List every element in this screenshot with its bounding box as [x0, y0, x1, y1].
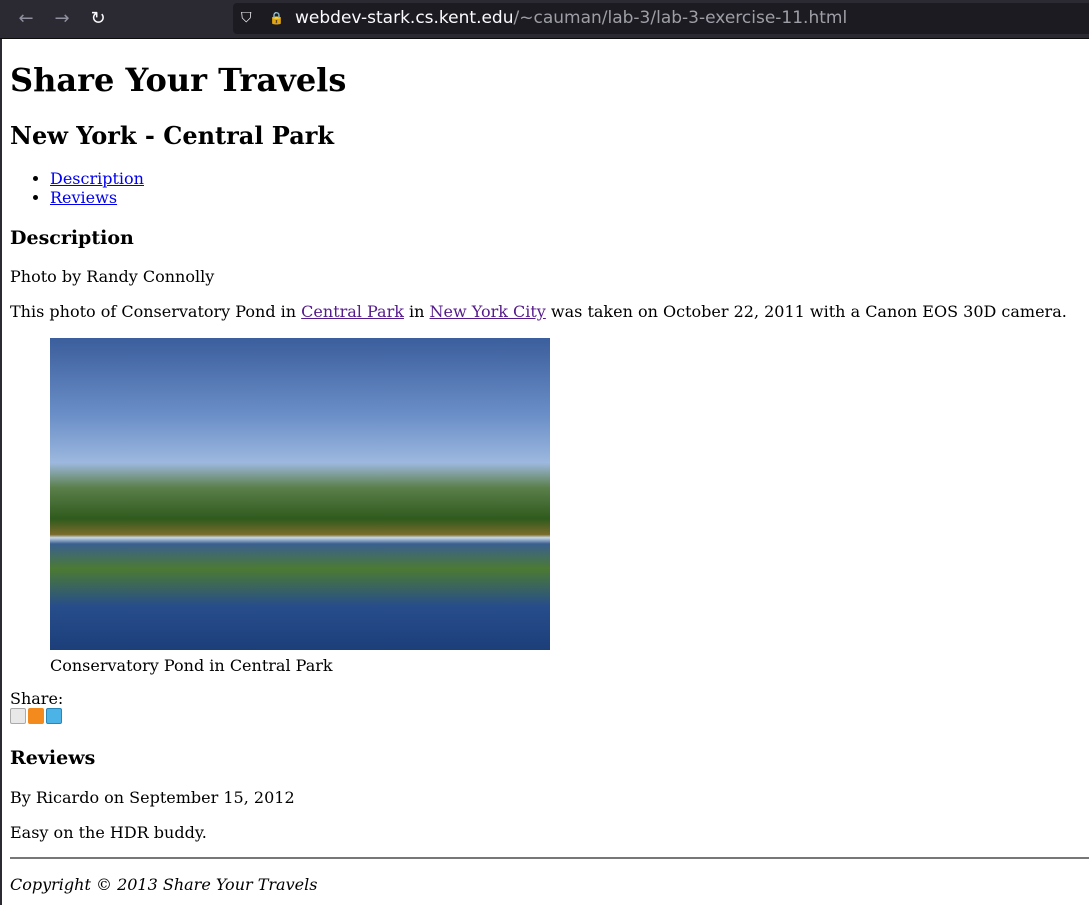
shield-icon[interactable]: ⛉ — [241, 3, 252, 34]
twitter-icon[interactable] — [46, 708, 62, 724]
nav-link-description[interactable]: Description — [50, 169, 144, 188]
reviews-heading: Reviews — [10, 747, 96, 769]
forward-icon[interactable]: → — [50, 7, 74, 31]
section-nav: Description Reviews — [10, 169, 144, 207]
review-text: Easy on the HDR buddy. — [10, 823, 207, 842]
site-title: Share Your Travels — [10, 61, 347, 99]
nav-item-description: Description — [50, 169, 144, 188]
review-byline: By Ricardo on September 15, 2012 — [10, 788, 295, 807]
rss-icon[interactable] — [28, 708, 44, 724]
footer-divider — [10, 857, 1089, 859]
reload-icon[interactable]: ↻ — [86, 7, 110, 31]
url-text[interactable]: webdev-stark.cs.kent.edu/~cauman/lab-3/l… — [295, 3, 847, 34]
description-text-part: in — [403, 302, 430, 321]
description-text-part: This photo of Conservatory Pond in — [10, 302, 302, 321]
nav-link-reviews[interactable]: Reviews — [50, 188, 117, 207]
email-icon[interactable] — [10, 708, 26, 724]
figure-caption: Conservatory Pond in Central Park — [50, 656, 333, 675]
browser-toolbar: ← → ↻ ⛉ 🔒 webdev-stark.cs.kent.edu/~caum… — [0, 0, 1089, 39]
photo-figure: Conservatory Pond in Central Park — [50, 338, 550, 675]
page-viewport: Share Your Travels New York - Central Pa… — [2, 39, 1089, 905]
photo-credit: Photo by Randy Connolly — [10, 267, 215, 286]
new-york-city-link[interactable]: New York City — [430, 302, 546, 321]
lock-icon[interactable]: 🔒 — [269, 3, 284, 34]
url-path: /~cauman/lab-3/lab-3-exercise-11.html — [513, 8, 848, 28]
share-label: Share: — [10, 689, 64, 708]
nav-item-reviews: Reviews — [50, 188, 144, 207]
back-icon[interactable]: ← — [14, 7, 38, 31]
central-park-link[interactable]: Central Park — [301, 302, 404, 321]
footer-copyright: Copyright © 2013 Share Your Travels — [10, 875, 318, 894]
description-heading: Description — [10, 227, 134, 249]
conservatory-pond-photo — [50, 338, 550, 650]
photo-title: New York - Central Park — [10, 121, 335, 150]
description-text: This photo of Conservatory Pond in Centr… — [10, 302, 1067, 321]
url-bar[interactable]: ⛉ 🔒 webdev-stark.cs.kent.edu/~cauman/lab… — [233, 3, 1089, 34]
share-icons — [10, 708, 64, 727]
description-text-part: was taken on October 22, 2011 with a Can… — [545, 302, 1067, 321]
url-host: webdev-stark.cs.kent.edu — [295, 8, 514, 28]
